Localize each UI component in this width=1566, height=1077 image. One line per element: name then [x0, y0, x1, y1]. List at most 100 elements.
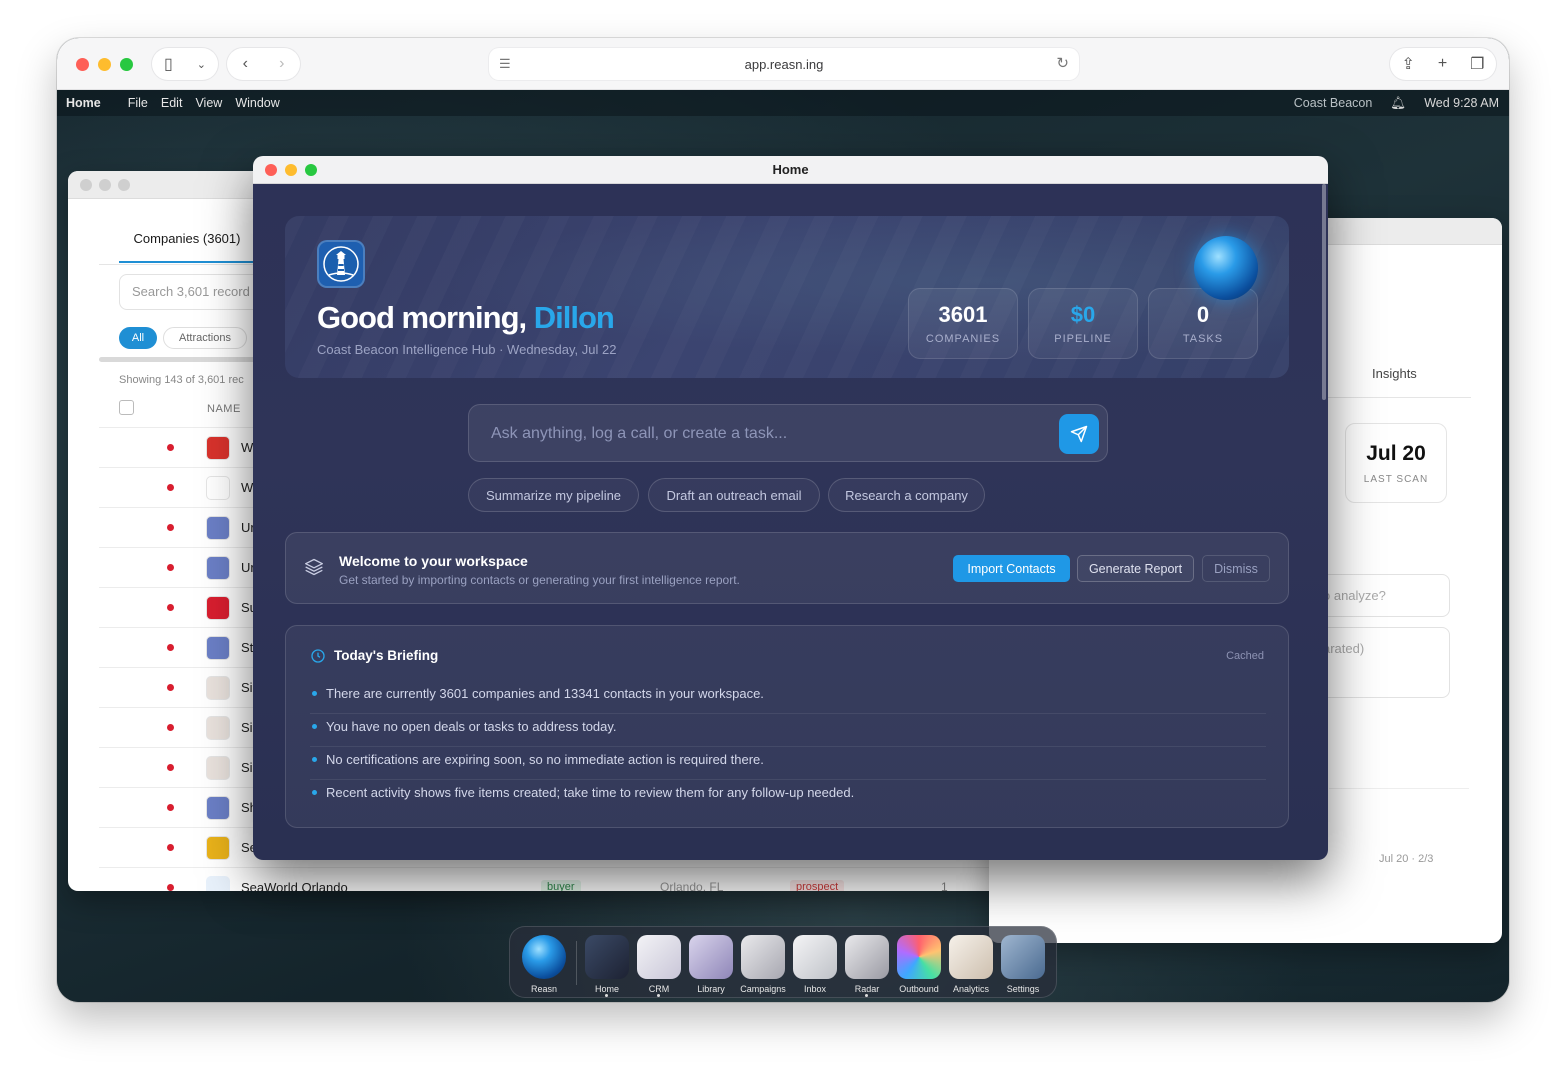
- bullet-icon: [312, 757, 317, 762]
- share-icon[interactable]: ⇪: [1401, 54, 1414, 74]
- menu-bar: Home File Edit View Window Coast Beacon …: [57, 90, 1509, 116]
- zoom-window-button[interactable]: [118, 179, 130, 191]
- company-logo: [206, 476, 230, 500]
- inbox-app-icon: [793, 935, 837, 979]
- company-name[interactable]: Si: [241, 720, 253, 735]
- contact-count: 1: [941, 880, 948, 891]
- zoom-window-button[interactable]: [120, 58, 133, 71]
- close-window-button[interactable]: [76, 58, 89, 71]
- company-name[interactable]: W: [241, 480, 253, 495]
- company-name[interactable]: SeaWorld Orlando: [241, 880, 348, 891]
- browser-actions: ⇪ + ❐: [1390, 48, 1496, 80]
- page-menu-icon[interactable]: ☰: [499, 56, 511, 72]
- filter-all-chip[interactable]: All: [119, 327, 157, 349]
- dock-item-label: Library: [697, 984, 725, 994]
- status-dot: [167, 444, 174, 451]
- new-tab-icon[interactable]: +: [1438, 55, 1447, 73]
- chevron-down-icon: ⌄: [196, 58, 206, 71]
- company-name[interactable]: Si: [241, 760, 253, 775]
- vertical-scrollbar[interactable]: [1322, 184, 1326, 400]
- forward-button[interactable]: ›: [279, 55, 284, 73]
- dock-item-crm[interactable]: CRM: [635, 935, 683, 997]
- column-header-name[interactable]: NAME: [207, 403, 241, 415]
- address-bar[interactable]: ☰ app.reasn.ing ↻: [489, 48, 1079, 80]
- import-contacts-button[interactable]: Import Contacts: [953, 555, 1070, 582]
- welcome-title: Welcome to your workspace: [339, 553, 528, 569]
- hub-subtitle: Coast Beacon Intelligence Hub · Wednesda…: [317, 342, 617, 357]
- company-name[interactable]: St: [241, 640, 253, 655]
- status-dot: [167, 804, 174, 811]
- status-dot: [167, 844, 174, 851]
- menu-app-name[interactable]: Home: [66, 96, 101, 110]
- dock-item-analytics[interactable]: Analytics: [947, 935, 995, 994]
- stat-value: 3601: [938, 302, 988, 327]
- sidebar-toggle[interactable]: ▯ ⌄: [152, 48, 218, 80]
- home-window-titlebar: Home: [253, 156, 1328, 184]
- minimize-window-button[interactable]: [99, 179, 111, 191]
- stat-pipeline[interactable]: $0 PIPELINE: [1028, 288, 1138, 359]
- tabs-overview-icon[interactable]: ❐: [1470, 54, 1484, 74]
- org-name[interactable]: Coast Beacon: [1294, 96, 1373, 110]
- reload-icon[interactable]: ↻: [1056, 54, 1069, 72]
- close-window-button[interactable]: [80, 179, 92, 191]
- dock: Reasn Home CRM Library Campaigns Inbox Radar Ou…: [509, 926, 1057, 998]
- dock-item-home[interactable]: Home: [583, 935, 631, 997]
- dock-item-radar[interactable]: Radar: [843, 935, 891, 997]
- back-button[interactable]: ‹: [243, 55, 248, 73]
- bell-icon[interactable]: 🔔︎: [1390, 96, 1406, 111]
- status-dot: [167, 604, 174, 611]
- menu-edit[interactable]: Edit: [161, 96, 183, 110]
- dock-item-reasn[interactable]: Reasn: [520, 935, 568, 994]
- zoom-window-button[interactable]: [305, 164, 317, 176]
- minimize-window-button[interactable]: [98, 58, 111, 71]
- url-text: app.reasn.ing: [744, 56, 824, 72]
- tab-insights[interactable]: Insights: [1372, 366, 1417, 381]
- briefing-card: Today's Briefing Cached There are curren…: [285, 625, 1289, 828]
- generate-report-button[interactable]: Generate Report: [1077, 555, 1194, 582]
- send-icon: [1070, 425, 1088, 443]
- menu-file[interactable]: File: [128, 96, 148, 110]
- filter-attractions-chip[interactable]: Attractions: [163, 327, 247, 349]
- suggestion-research-company[interactable]: Research a company: [828, 478, 985, 512]
- company-logo: [206, 556, 230, 580]
- history-nav: ‹ ›: [227, 48, 300, 80]
- sidebar-icon: ▯: [163, 56, 173, 73]
- reasn-app-icon: [522, 935, 566, 979]
- menu-window[interactable]: Window: [235, 96, 279, 110]
- horizontal-scrollbar[interactable]: [99, 357, 259, 362]
- assistant-orb-icon[interactable]: [1194, 236, 1258, 300]
- status-dot: [167, 484, 174, 491]
- dock-item-settings[interactable]: Settings: [999, 935, 1047, 994]
- dock-item-library[interactable]: Library: [687, 935, 735, 994]
- company-name[interactable]: Si: [241, 680, 253, 695]
- send-button[interactable]: [1059, 414, 1099, 454]
- stat-companies[interactable]: 3601 COMPANIES: [908, 288, 1018, 359]
- dock-item-label: Campaigns: [740, 984, 786, 994]
- dock-item-campaigns[interactable]: Campaigns: [739, 935, 787, 994]
- dock-item-inbox[interactable]: Inbox: [791, 935, 839, 994]
- company-logo: [206, 876, 230, 891]
- greeting-text: Good morning,: [317, 300, 527, 335]
- status-dot: [167, 884, 174, 891]
- suggestion-draft-email[interactable]: Draft an outreach email: [648, 478, 820, 512]
- dock-item-label: Outbound: [899, 984, 939, 994]
- bullet-icon: [312, 790, 317, 795]
- tab-companies[interactable]: Companies (3601): [119, 215, 255, 263]
- company-name[interactable]: W: [241, 440, 253, 455]
- browser-toolbar: ▯ ⌄ ‹ › ☰ app.reasn.ing ↻ ⇪ + ❐: [57, 38, 1509, 90]
- dismiss-button[interactable]: Dismiss: [1202, 555, 1270, 582]
- dock-item-label: CRM: [648, 984, 670, 994]
- divider: [1329, 788, 1469, 789]
- minimize-window-button[interactable]: [285, 164, 297, 176]
- ask-input[interactable]: Ask anything, log a call, or create a ta…: [468, 404, 1108, 462]
- dock-item-outbound[interactable]: Outbound: [895, 935, 943, 994]
- menu-view[interactable]: View: [195, 96, 222, 110]
- table-row[interactable]: SeaWorld Orlando buyer Orlando, FL prospect…: [99, 867, 1139, 891]
- select-all-checkbox[interactable]: [119, 400, 134, 415]
- layers-icon: [305, 558, 323, 576]
- stat-label: COMPANIES: [925, 333, 1001, 345]
- greeting-heading: Good morning, Dillon: [317, 300, 615, 336]
- close-window-button[interactable]: [265, 164, 277, 176]
- stat-tasks[interactable]: 0 TASKS: [1148, 288, 1258, 359]
- suggestion-summarize-pipeline[interactable]: Summarize my pipeline: [468, 478, 639, 512]
